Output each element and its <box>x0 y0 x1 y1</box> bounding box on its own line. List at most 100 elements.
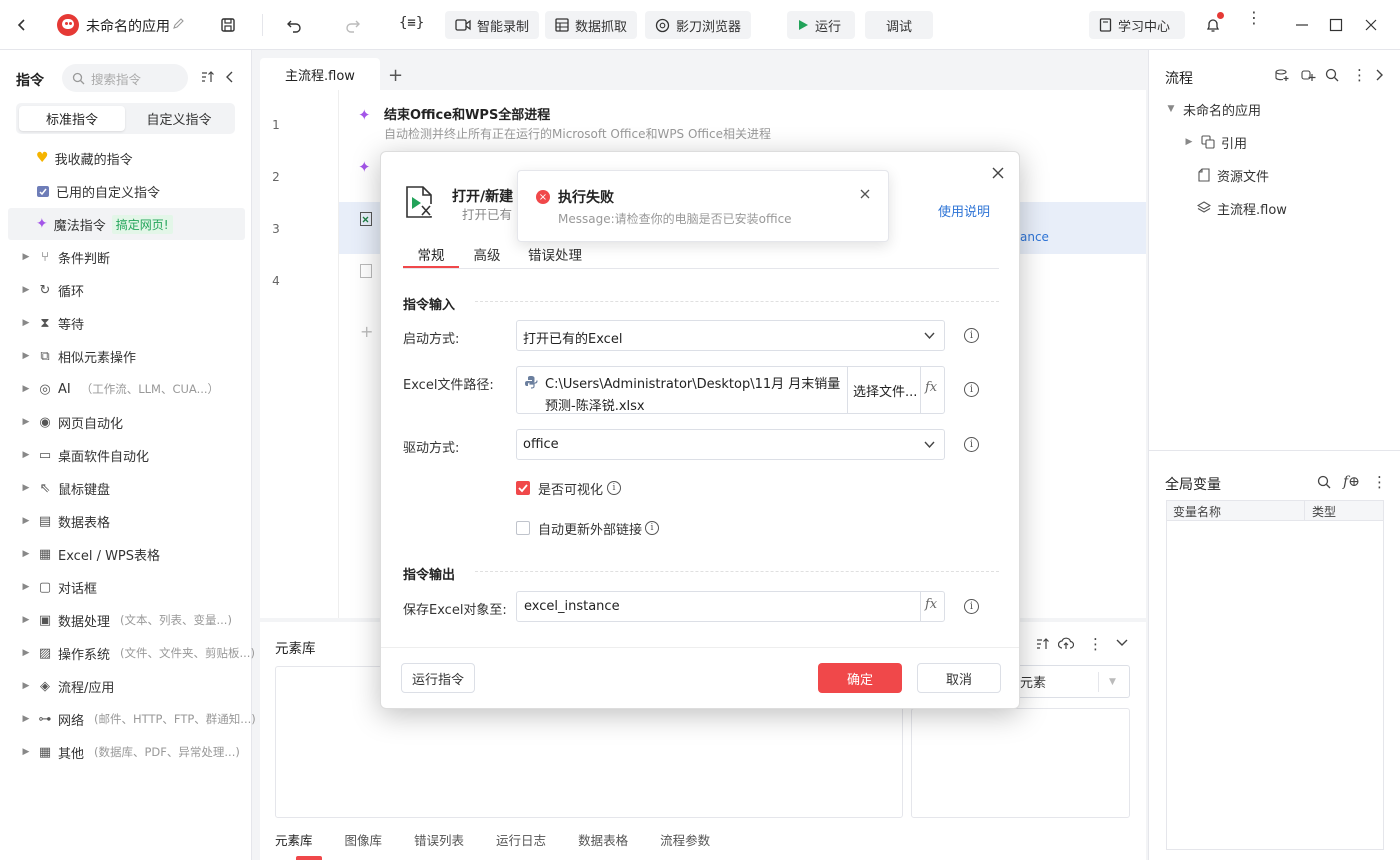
add-module-icon[interactable] <box>1301 68 1316 82</box>
cloud-upload-icon[interactable] <box>1058 636 1074 650</box>
add-tab-icon[interactable]: + <box>388 65 403 86</box>
category-item[interactable]: ▶ ⧉ 相似元素操作 <box>20 343 136 369</box>
sort-icon[interactable] <box>201 70 215 84</box>
flow-tree-root[interactable]: ▼ 未命名的应用 <box>1165 96 1261 122</box>
bottom-tab[interactable]: 元素库 <box>275 830 313 854</box>
flow-tree-resources[interactable]: 资源文件 <box>1197 162 1269 188</box>
category-item[interactable]: ▶ ▭ 桌面软件自动化 <box>20 442 149 468</box>
search-icon[interactable] <box>1317 475 1331 489</box>
variable-icon[interactable]: {≡} <box>399 15 424 31</box>
tab-general[interactable]: 常规 <box>403 244 459 268</box>
category-item[interactable]: ▶ ▨ 操作系统 (文件、文件夹、剪贴板...) <box>20 640 255 666</box>
close-window-icon[interactable] <box>1358 12 1384 38</box>
favorites-item[interactable]: ♥ 我收藏的指令 <box>36 145 133 171</box>
visible-checkbox[interactable] <box>516 481 530 495</box>
save-object-field[interactable]: excel_instance fx <box>516 591 945 622</box>
sort-up-icon[interactable] <box>1036 637 1050 651</box>
info-icon[interactable]: i <box>607 481 621 495</box>
tab-main-flow[interactable]: 主流程.flow <box>260 58 380 90</box>
more-vertical-icon[interactable]: ⋮ <box>1372 473 1387 491</box>
run-command-button[interactable]: 运行指令 <box>401 663 475 693</box>
category-item[interactable]: ▶ ◉ 网页自动化 <box>20 409 123 435</box>
category-item[interactable]: ▶ ▦ Excel / WPS表格 <box>20 541 161 567</box>
category-item[interactable]: ▶ ▦ 其他 (数据库、PDF、异常处理...) <box>20 739 240 765</box>
collapse-sidebar-icon[interactable] <box>224 70 236 84</box>
cancel-button[interactable]: 取消 <box>917 663 1001 693</box>
caret-right-icon: ▶ <box>22 351 30 361</box>
save-icon[interactable] <box>215 12 241 38</box>
book-icon <box>1099 18 1112 32</box>
smart-record-button[interactable]: 智能录制 <box>445 11 540 39</box>
magic-commands-item[interactable]: ✦ 魔法指令 搞定网页! <box>36 211 173 237</box>
info-icon[interactable]: i <box>964 328 979 343</box>
bottom-tab[interactable]: 数据表格 <box>578 830 628 854</box>
bottom-tab[interactable]: 流程参数 <box>660 830 710 854</box>
tab-error-handling[interactable]: 错误处理 <box>521 244 589 264</box>
driver-select[interactable]: office <box>516 429 945 460</box>
launch-mode-select[interactable]: 打开已有的Excel <box>516 320 945 351</box>
category-item[interactable]: ▶ ⇖ 鼠标键盘 <box>20 475 110 501</box>
chevron-right-icon[interactable] <box>1373 68 1385 82</box>
category-item[interactable]: ▶ ▢ 对话框 <box>20 574 97 600</box>
choose-file-button[interactable]: 选择文件... <box>853 381 917 400</box>
close-dialog-icon[interactable] <box>991 166 1005 180</box>
close-toast-icon[interactable] <box>860 189 870 199</box>
category-item[interactable]: ▶ ⊶ 网络 (邮件、HTTP、FTP、群通知...) <box>20 706 256 732</box>
minimize-icon[interactable] <box>1289 12 1315 38</box>
more-vertical-icon[interactable]: ⋮ <box>1088 635 1103 653</box>
learning-center-button[interactable]: 学习中心 <box>1089 11 1185 39</box>
browser-button[interactable]: 影刀浏览器 <box>645 11 752 39</box>
bottom-tab[interactable]: 运行日志 <box>496 830 546 854</box>
fx-button[interactable]: fx <box>925 380 937 395</box>
category-item[interactable]: ▶ ▣ 数据处理 (文本、列表、变量...) <box>20 607 232 633</box>
top-toolbar: 未命名的应用 {≡} 智能录制 数据抓取 影刀浏览器 运行 调试 学习中心 ⋮ <box>0 0 1400 50</box>
bottom-tab[interactable]: 图像库 <box>345 830 383 854</box>
more-vertical-icon[interactable]: ⋮ <box>1352 66 1367 84</box>
info-icon[interactable]: i <box>964 599 979 614</box>
info-icon[interactable]: i <box>964 437 979 452</box>
debug-button[interactable]: 调试 <box>865 11 933 39</box>
flow-tree-references[interactable]: ▶ 引用 <box>1183 129 1247 155</box>
undo-icon[interactable] <box>281 12 307 38</box>
redo-icon[interactable] <box>340 12 366 38</box>
back-icon[interactable] <box>9 12 35 38</box>
edit-title-icon[interactable] <box>172 17 185 30</box>
category-label: 相似元素操作 <box>58 350 137 366</box>
category-item[interactable]: ▶ ⑂ 条件判断 <box>20 244 110 270</box>
category-item[interactable]: ▶ ▤ 数据表格 <box>20 508 110 534</box>
similar-elements-icon: ⧉ <box>40 348 50 364</box>
flow-tree-label: 主流程.flow <box>1217 202 1287 218</box>
bottom-tab[interactable]: 错误列表 <box>414 830 464 854</box>
category-item[interactable]: ▶ ⧗ 等待 <box>20 310 84 336</box>
command-search-input[interactable]: 搜索指令 <box>62 64 188 92</box>
help-link[interactable]: 使用说明 <box>938 201 990 220</box>
tab-custom-commands[interactable]: 自定义指令 <box>126 106 232 131</box>
auto-update-checkbox[interactable] <box>516 521 530 535</box>
run-button[interactable]: 运行 <box>787 11 855 39</box>
tab-advanced[interactable]: 高级 <box>461 244 513 264</box>
search-icon[interactable] <box>1325 68 1339 82</box>
more-vertical-icon[interactable]: ⋮ <box>1246 10 1262 26</box>
info-icon[interactable]: i <box>964 382 979 397</box>
chevron-down-icon[interactable] <box>1116 638 1128 648</box>
app-title[interactable]: 未命名的应用 <box>86 16 170 36</box>
flow-tree-main-flow[interactable]: 主流程.flow <box>1197 195 1287 221</box>
magic-label: 魔法指令 <box>53 218 106 234</box>
add-variable-icon[interactable]: f⊕ <box>1343 474 1360 490</box>
caret-right-icon: ▶ <box>22 450 30 460</box>
category-item[interactable]: ▶ ◈ 流程/应用 <box>20 673 115 699</box>
used-custom-item[interactable]: 已用的自定义指令 <box>36 178 160 204</box>
fx-button[interactable]: fx <box>925 597 937 612</box>
add-step-icon[interactable]: + <box>360 322 373 341</box>
step1-title[interactable]: 结束Office和WPS全部进程 <box>384 104 550 123</box>
confirm-button[interactable]: 确定 <box>818 663 902 693</box>
notification-bell-icon[interactable] <box>1200 12 1226 38</box>
data-capture-button[interactable]: 数据抓取 <box>545 11 638 39</box>
info-icon[interactable]: i <box>645 521 659 535</box>
maximize-icon[interactable] <box>1323 12 1349 38</box>
file-path-field[interactable]: C:\Users\Administrator\Desktop\11月 月末销量 … <box>516 366 945 414</box>
category-item[interactable]: ▶ ↻ 循环 <box>20 277 84 303</box>
add-flow-icon[interactable] <box>1275 68 1290 82</box>
category-item[interactable]: ▶ ◎ AI （工作流、LLM、CUA...） <box>20 376 220 402</box>
tab-standard-commands[interactable]: 标准指令 <box>19 106 125 131</box>
